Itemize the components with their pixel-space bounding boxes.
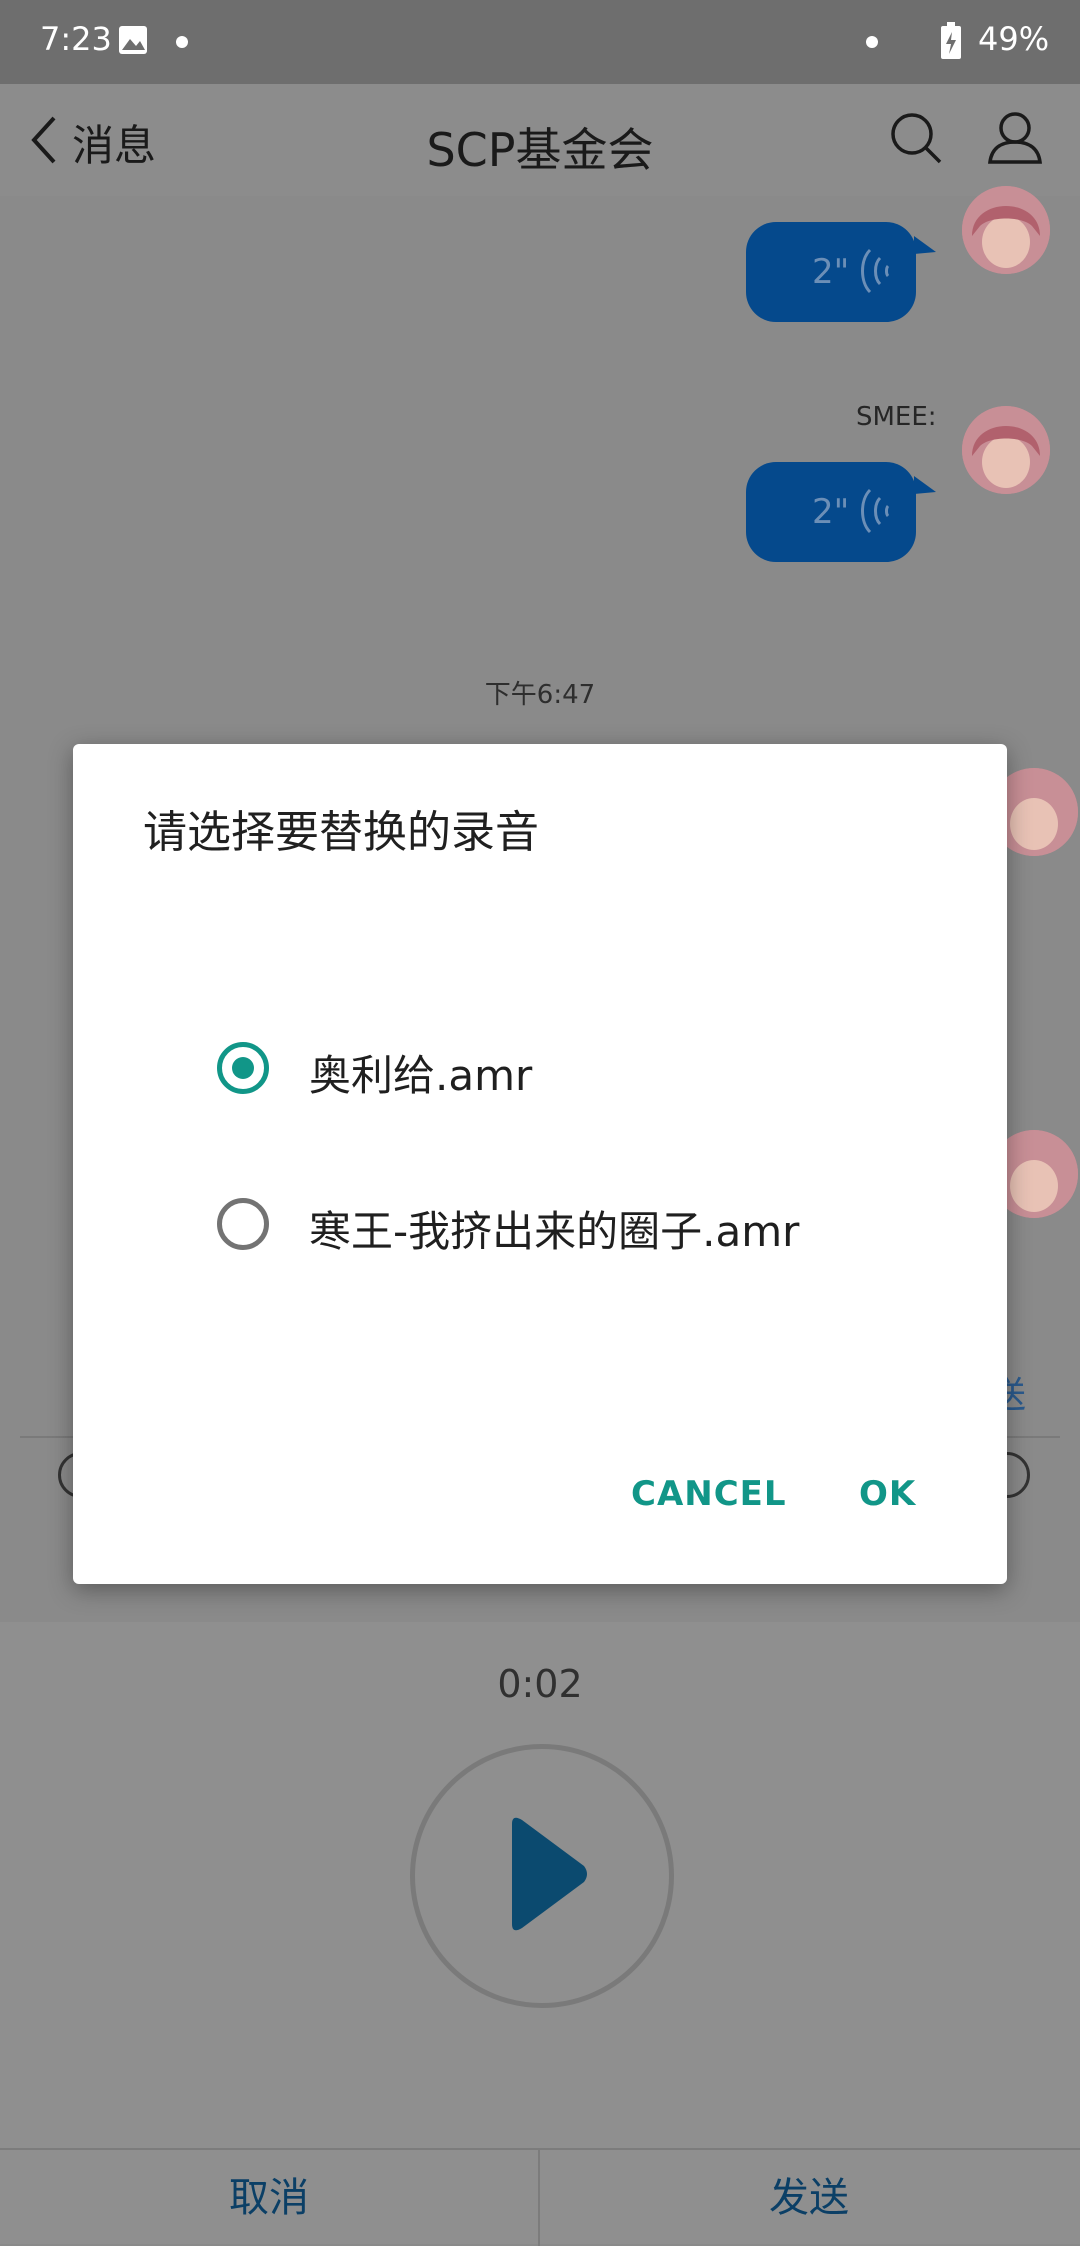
- voice-wave-icon: [861, 248, 890, 294]
- cancel-recording-button[interactable]: 取消: [0, 2150, 540, 2246]
- message-timestamp: 下午6:47: [484, 680, 596, 710]
- avatar-image: [962, 406, 1050, 494]
- recording-option-label[interactable]: 寒王-我挤出来的圈子.amr: [309, 1198, 799, 1259]
- chat-header: 消息 SCP基金会: [0, 84, 1080, 196]
- dialog-cancel-button[interactable]: CANCEL: [631, 1474, 787, 1514]
- status-time: 7:23: [40, 20, 112, 58]
- battery-percentage: 49%: [978, 20, 1050, 58]
- bubble-tail: [914, 236, 936, 254]
- search-icon[interactable]: [888, 110, 944, 166]
- image-notification-icon: [119, 26, 147, 54]
- replace-recording-dialog: 请选择要替换的录音 奥利给.amr 寒王-我挤出来的圈子.amr CANCEL …: [73, 744, 1007, 1584]
- avatar-image: [962, 186, 1050, 274]
- voice-recorder-panel: 0:02 取消 发送: [0, 1622, 1080, 2246]
- play-icon[interactable]: [506, 1814, 590, 1934]
- battery-charging-icon: [941, 22, 961, 59]
- notification-dot-icon: [176, 36, 188, 48]
- notification-dot-icon: [866, 36, 878, 48]
- voice-message-bubble[interactable]: 2": [746, 462, 916, 562]
- avatar[interactable]: [962, 406, 1050, 494]
- radio-unselected-icon[interactable]: [217, 1198, 269, 1250]
- bubble-tail: [914, 476, 936, 494]
- voice-wave-icon: [861, 488, 890, 534]
- voice-duration: 2": [812, 252, 850, 292]
- recorder-actions: 取消 发送: [0, 2148, 1080, 2246]
- dialog-ok-button[interactable]: OK: [859, 1474, 916, 1514]
- radio-selected-icon[interactable]: [217, 1042, 269, 1094]
- status-bar: 7:23 49%: [0, 0, 1080, 84]
- recording-elapsed-time: 0:02: [497, 1662, 583, 1706]
- recording-option[interactable]: 寒王-我挤出来的圈子.amr: [217, 1186, 977, 1266]
- voice-duration: 2": [812, 492, 850, 532]
- dialog-title: 请选择要替换的录音: [143, 807, 539, 858]
- send-recording-button[interactable]: 发送: [540, 2150, 1078, 2246]
- sender-name: SMEE:: [856, 402, 937, 432]
- recording-option[interactable]: 奥利给.amr: [217, 1030, 977, 1110]
- recording-option-label[interactable]: 奥利给.amr: [309, 1042, 532, 1103]
- avatar[interactable]: [962, 186, 1050, 274]
- group-profile-icon[interactable]: [986, 108, 1044, 166]
- voice-message-bubble[interactable]: 2": [746, 222, 916, 322]
